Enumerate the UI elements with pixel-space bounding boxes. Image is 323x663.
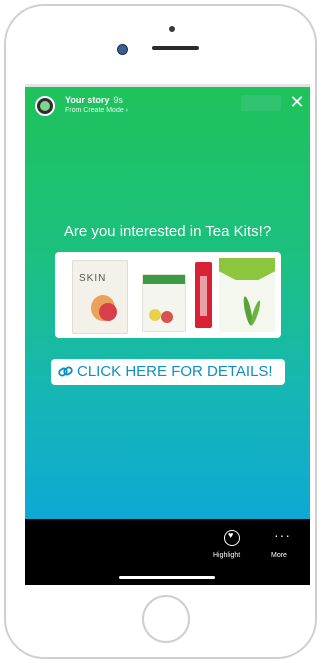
link-icon xyxy=(58,359,74,393)
more-label[interactable]: More xyxy=(271,552,287,559)
skin-package-label: SKIN xyxy=(79,273,107,284)
story-header[interactable]: Your story 9s xyxy=(65,95,123,105)
link-sticker-label[interactable]: CLICK HERE FOR DETAILS! xyxy=(77,359,273,385)
skin-package: SKIN xyxy=(72,260,128,334)
story-source[interactable]: From Create Mode › xyxy=(65,107,128,114)
highlight-icon[interactable] xyxy=(224,530,240,546)
stick-highlight xyxy=(200,276,207,316)
highlight-label[interactable]: Highlight xyxy=(213,552,240,559)
more-icon[interactable]: ··· xyxy=(274,527,291,543)
story-headline: Are you interested in Tea Kits!? xyxy=(63,223,272,240)
home-indicator xyxy=(119,576,215,579)
link-sticker-button[interactable]: CLICK HERE FOR DETAILS! xyxy=(51,359,285,385)
story-progress-bar xyxy=(25,84,310,87)
link-icon-svg xyxy=(58,366,73,377)
front-sensor xyxy=(169,26,175,32)
front-camera xyxy=(117,44,128,55)
earpiece-speaker xyxy=(152,46,199,50)
raspberry-graphic xyxy=(161,311,173,323)
fruit-graphic-2 xyxy=(99,303,117,321)
redacted-area xyxy=(241,95,281,111)
story-screen[interactable]: Your story 9s From Create Mode › ✕ Are yo… xyxy=(25,84,310,585)
story-owner[interactable]: Your story xyxy=(65,95,109,105)
aloe-package xyxy=(219,258,275,332)
profile-avatar[interactable] xyxy=(35,96,55,116)
tea-package-header xyxy=(143,275,185,284)
aloe-package-cap xyxy=(219,258,275,280)
close-icon[interactable]: ✕ xyxy=(287,92,307,112)
product-image: SKIN xyxy=(55,252,281,338)
home-button[interactable] xyxy=(142,595,190,643)
story-progress-fill xyxy=(25,84,310,87)
tea-package xyxy=(142,274,186,332)
story-bottom-bar: Highlight ··· More xyxy=(25,519,310,585)
lemon-graphic xyxy=(149,309,161,321)
story-timestamp: 9s xyxy=(113,95,123,105)
liftoff-stick-package xyxy=(195,262,212,328)
